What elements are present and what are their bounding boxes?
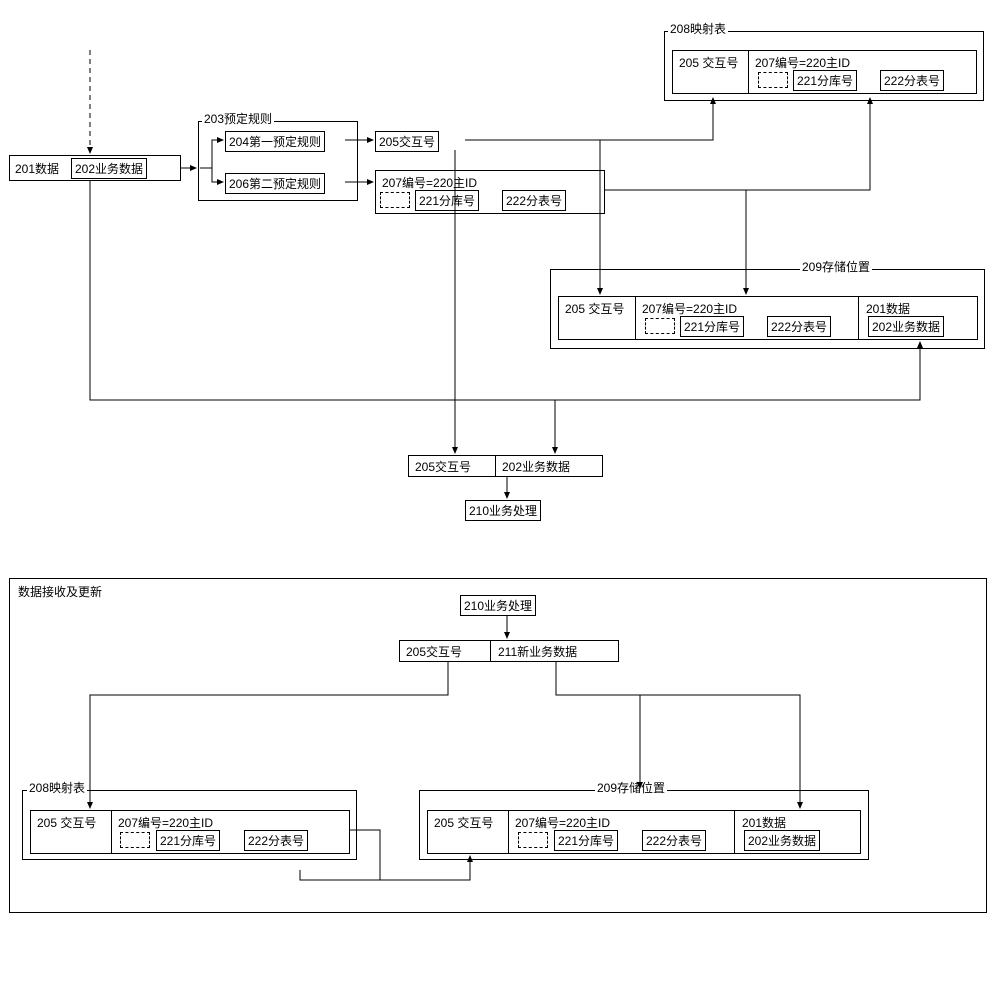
box-207-label: 207编号=220主ID [380, 174, 479, 191]
divider [635, 296, 636, 340]
box-209l-221: 221分库号 [554, 830, 618, 851]
lower-section-label: 数据接收及更新 [16, 583, 104, 600]
divider [508, 810, 509, 854]
box-208-205: 205 交互号 [677, 54, 740, 71]
divider [490, 640, 491, 662]
box-209l-207: 207编号=220主ID [513, 814, 612, 831]
box-209l-202: 202业务数据 [744, 830, 820, 851]
box-209-202: 202业务数据 [868, 316, 944, 337]
box-low-211: 211新业务数据 [496, 643, 579, 660]
box-208-207: 207编号=220主ID [753, 54, 852, 71]
box-209l-201: 201数据 [740, 814, 788, 831]
box-210-lower: 210业务处理 [460, 595, 536, 616]
box-low-205: 205交互号 [404, 643, 464, 660]
lower-section [9, 578, 987, 913]
box-221: 221分库号 [415, 190, 479, 211]
box-209l-222: 222分表号 [642, 830, 706, 851]
box-208-222: 222分表号 [880, 70, 944, 91]
box-206: 206第二预定规则 [225, 173, 325, 194]
box-208l-205: 205 交互号 [35, 814, 98, 831]
box-209l-205: 205 交互号 [432, 814, 495, 831]
divider [858, 296, 859, 340]
box-205-top: 205交互号 [375, 131, 439, 152]
box-209-221: 221分库号 [680, 316, 744, 337]
box-208l-221: 221分库号 [156, 830, 220, 851]
box-207-dashed [380, 192, 410, 208]
box-208-dashed [758, 72, 788, 88]
box-208l-222: 222分表号 [244, 830, 308, 851]
box-208l-label: 208映射表 [27, 779, 87, 796]
box-201-label: 201数据 [13, 160, 61, 177]
box-208-label: 208映射表 [668, 20, 728, 37]
box-222: 222分表号 [502, 190, 566, 211]
box-209-207: 207编号=220主ID [640, 300, 739, 317]
box-208-221: 221分库号 [793, 70, 857, 91]
box-208l-207: 207编号=220主ID [116, 814, 215, 831]
box-209-222: 222分表号 [767, 316, 831, 337]
box-209-dashed [645, 318, 675, 334]
divider [748, 50, 749, 94]
divider [734, 810, 735, 854]
box-mid-202: 202业务数据 [500, 458, 572, 475]
box-209l-dashed [518, 832, 548, 848]
box-209-205: 205 交互号 [563, 300, 626, 317]
diagram-canvas: 201数据 202业务数据 203预定规则 204第一预定规则 206第二预定规… [0, 0, 1000, 988]
box-210-upper: 210业务处理 [465, 500, 541, 521]
box-202: 202业务数据 [71, 158, 147, 179]
box-mid-205: 205交互号 [413, 458, 473, 475]
box-203-label: 203预定规则 [202, 110, 274, 127]
box-209l-label: 209存储位置 [595, 779, 667, 796]
divider [111, 810, 112, 854]
box-204: 204第一预定规则 [225, 131, 325, 152]
divider [495, 455, 496, 477]
box-208l-dashed [120, 832, 150, 848]
box-209-label: 209存储位置 [800, 258, 872, 275]
box-209-201: 201数据 [864, 300, 912, 317]
